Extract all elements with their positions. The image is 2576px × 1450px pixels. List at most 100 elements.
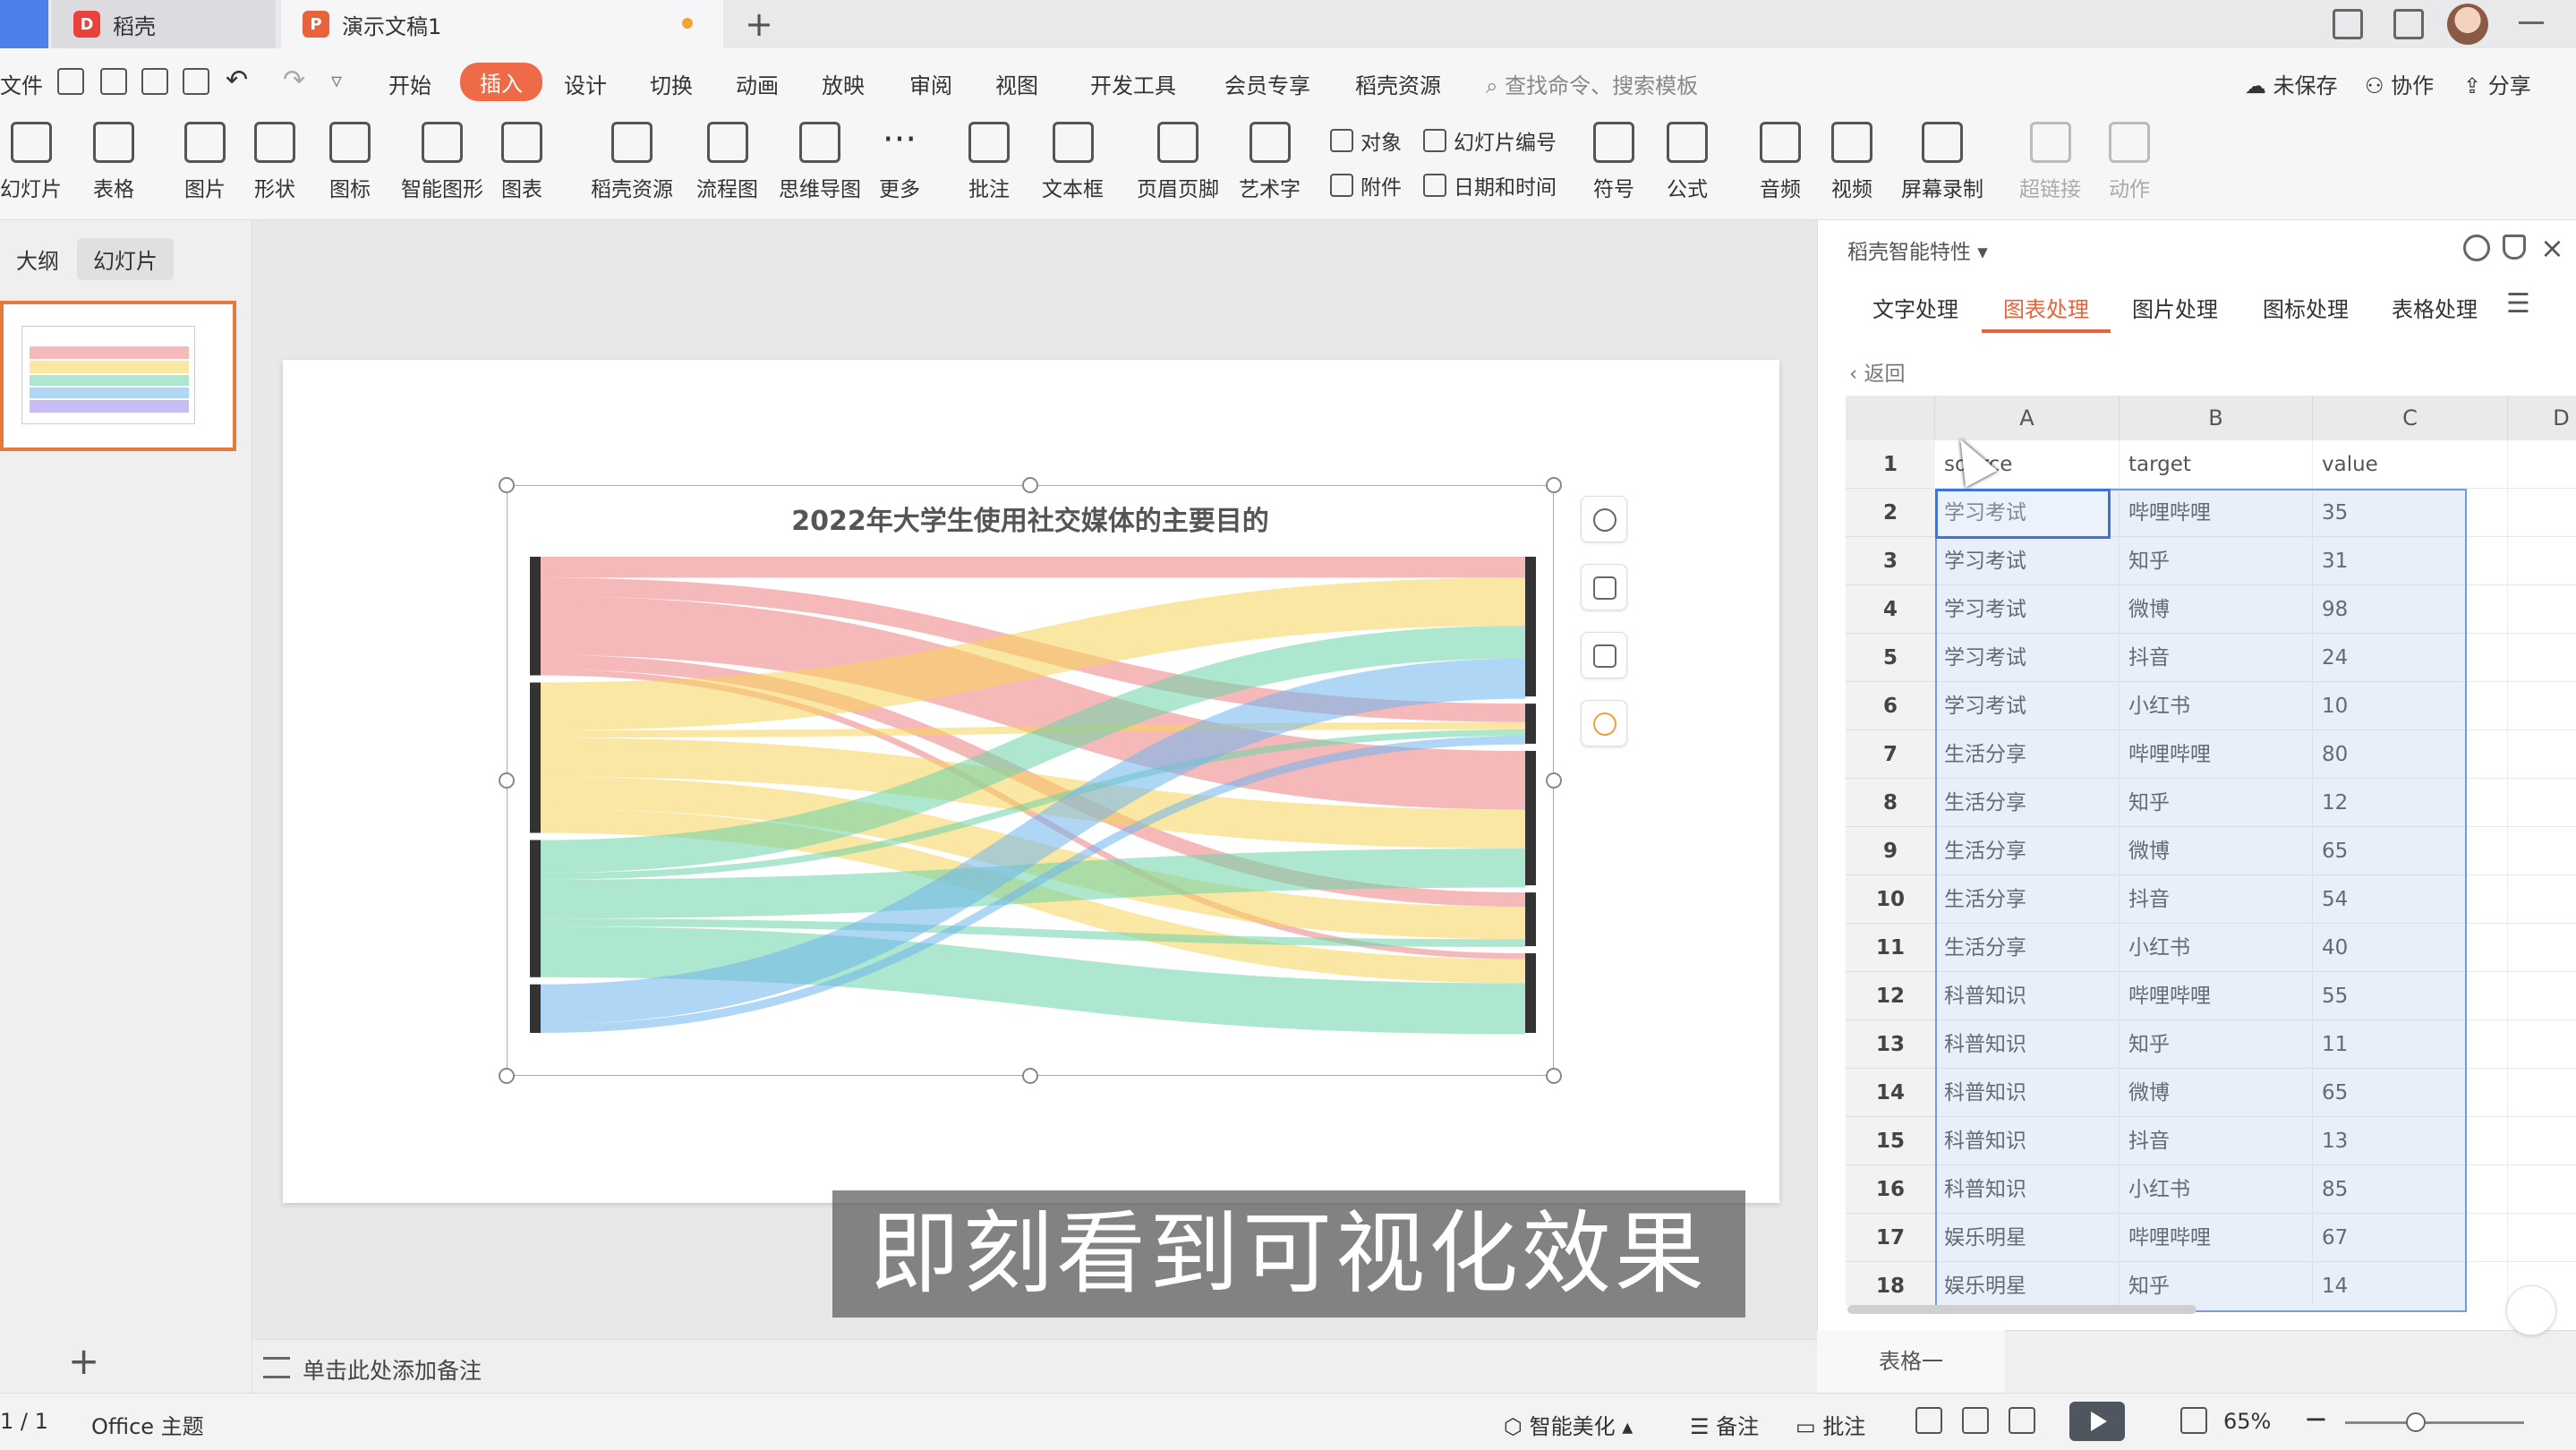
ribbon-shape[interactable]: 形状	[254, 122, 295, 202]
notes-toggle-button[interactable]: ☰ 备注	[1690, 1409, 1759, 1440]
menu-daoke-resources[interactable]: 稻壳资源	[1355, 68, 1441, 99]
menu-transition[interactable]: 切换	[650, 68, 693, 99]
theme-name[interactable]: Office 主题	[91, 1409, 204, 1440]
row-header[interactable]: 16	[1846, 1165, 1935, 1214]
pin-icon[interactable]	[2503, 235, 2526, 260]
home-button[interactable]	[0, 0, 48, 48]
row-header[interactable]: 9	[1846, 827, 1935, 875]
panel-settings-icon[interactable]	[2463, 235, 2490, 261]
user-avatar[interactable]	[2447, 4, 2488, 45]
menu-design[interactable]: 设计	[564, 68, 607, 99]
menu-developer[interactable]: 开发工具	[1090, 68, 1176, 99]
tab-chart-processing[interactable]: 图表处理	[2003, 292, 2089, 323]
row-header[interactable]: 14	[1846, 1069, 1935, 1117]
menu-slideshow[interactable]: 放映	[822, 68, 865, 99]
ribbon-slide-number[interactable]: 幻灯片编号	[1423, 125, 1557, 156]
horizontal-scrollbar[interactable]	[1847, 1305, 2196, 1314]
menu-animation[interactable]: 动画	[736, 68, 779, 99]
zoom-slider-handle[interactable]	[2406, 1412, 2426, 1432]
row-header[interactable]: 13	[1846, 1020, 1935, 1069]
ribbon-picture[interactable]: 图片	[184, 122, 226, 202]
slide-thumbnail-1[interactable]	[0, 301, 236, 451]
chart-elements-button[interactable]	[1581, 564, 1627, 610]
delete-chart-button[interactable]	[1581, 632, 1627, 678]
ribbon-mindmap[interactable]: 思维导图	[779, 122, 861, 202]
menu-member[interactable]: 会员专享	[1224, 68, 1310, 99]
ribbon-symbol[interactable]: 符号	[1593, 122, 1634, 202]
table-cell[interactable]	[2508, 1214, 2576, 1262]
back-link[interactable]: ‹ 返回	[1849, 356, 1906, 387]
unsaved-status[interactable]: ☁ 未保存	[2245, 68, 2338, 99]
table-cell[interactable]	[2508, 634, 2576, 682]
table-cell[interactable]	[2508, 682, 2576, 730]
menu-insert[interactable]: 插入	[460, 63, 542, 101]
grid-corner[interactable]	[1846, 396, 1935, 440]
menu-home[interactable]: 开始	[388, 68, 431, 99]
print-icon[interactable]	[141, 68, 168, 95]
row-header[interactable]: 17	[1846, 1214, 1935, 1262]
table-cell[interactable]	[2508, 1117, 2576, 1165]
fit-window-icon[interactable]	[2180, 1407, 2207, 1434]
row-header[interactable]: 8	[1846, 779, 1935, 827]
tab-text-processing[interactable]: 文字处理	[1872, 292, 1958, 323]
smart-suggestion-button[interactable]	[1581, 700, 1627, 746]
reading-mode-icon[interactable]	[2333, 9, 2363, 39]
table-cell[interactable]	[2508, 585, 2576, 634]
table-cell[interactable]	[2508, 1165, 2576, 1214]
table-cell[interactable]	[2508, 440, 2576, 489]
table-cell[interactable]	[2508, 924, 2576, 972]
row-header[interactable]: 6	[1846, 682, 1935, 730]
zoom-slider[interactable]	[2345, 1421, 2524, 1424]
slide-sorter-icon[interactable]	[1962, 1407, 1989, 1434]
hamburger-menu-icon[interactable]: ☰	[2506, 288, 2530, 320]
ribbon-object[interactable]: 对象	[1330, 125, 1402, 156]
table-cell[interactable]	[2508, 730, 2576, 779]
redo-icon[interactable]: ↷	[283, 64, 305, 96]
zoom-level[interactable]: 65%	[2223, 1409, 2271, 1434]
ribbon-wordart[interactable]: 艺术字	[1239, 122, 1301, 202]
resize-handle[interactable]	[1546, 1068, 1562, 1084]
grid-apps-icon[interactable]	[2393, 9, 2424, 39]
ribbon-date-time[interactable]: 日期和时间	[1423, 170, 1557, 200]
close-icon[interactable]: ×	[2540, 231, 2564, 265]
table-cell[interactable]	[2508, 489, 2576, 537]
row-header[interactable]: 10	[1846, 875, 1935, 924]
tab-image-processing[interactable]: 图片处理	[2132, 292, 2218, 323]
ribbon-textbox[interactable]: 文本框	[1042, 122, 1104, 202]
ribbon-screen-record[interactable]: 屏幕录制	[1901, 122, 1983, 202]
sheet-tab[interactable]: 表格一	[1817, 1330, 2005, 1393]
table-cell[interactable]	[2508, 972, 2576, 1020]
resize-handle[interactable]	[1546, 772, 1562, 789]
row-header[interactable]: 7	[1846, 730, 1935, 779]
ribbon-icon[interactable]: 图标	[329, 122, 371, 202]
table-cell[interactable]: value	[2313, 440, 2508, 489]
ribbon-daoke-resources[interactable]: 稻壳资源	[591, 122, 673, 202]
table-cell[interactable]	[2508, 827, 2576, 875]
tab-table-processing[interactable]: 表格处理	[2392, 292, 2478, 323]
resize-handle[interactable]	[499, 477, 515, 493]
tab-outline[interactable]: 大纲	[0, 238, 75, 280]
comment-toggle-button[interactable]: ▭ 批注	[1796, 1409, 1865, 1440]
table-cell[interactable]: target	[2120, 440, 2313, 489]
zoom-out-icon[interactable]: −	[2304, 1402, 2328, 1436]
table-cell[interactable]	[2508, 779, 2576, 827]
ribbon-flowchart[interactable]: 流程图	[696, 122, 758, 202]
column-header-a[interactable]: A	[1935, 396, 2120, 440]
row-header[interactable]: 5	[1846, 634, 1935, 682]
save-icon[interactable]	[57, 68, 84, 95]
row-header[interactable]: 3	[1846, 537, 1935, 585]
resize-handle[interactable]	[1022, 1068, 1038, 1084]
ribbon-table[interactable]: 表格	[93, 122, 134, 202]
ribbon-video[interactable]: 视频	[1831, 122, 1872, 202]
active-cell[interactable]	[1935, 489, 2111, 539]
share-button[interactable]: ⇪ 分享	[2463, 68, 2531, 99]
column-header-b[interactable]: B	[2120, 396, 2313, 440]
row-header[interactable]: 18	[1846, 1262, 1935, 1305]
notes-placeholder[interactable]: 单击此处添加备注	[303, 1353, 482, 1386]
row-header[interactable]: 1	[1846, 440, 1935, 489]
add-slide-button[interactable]: +	[68, 1339, 99, 1383]
ribbon-comment[interactable]: 批注	[968, 122, 1010, 202]
tab-slides[interactable]: 幻灯片	[77, 238, 174, 280]
table-cell[interactable]	[2508, 537, 2576, 585]
column-header-d[interactable]: D	[2508, 396, 2576, 440]
